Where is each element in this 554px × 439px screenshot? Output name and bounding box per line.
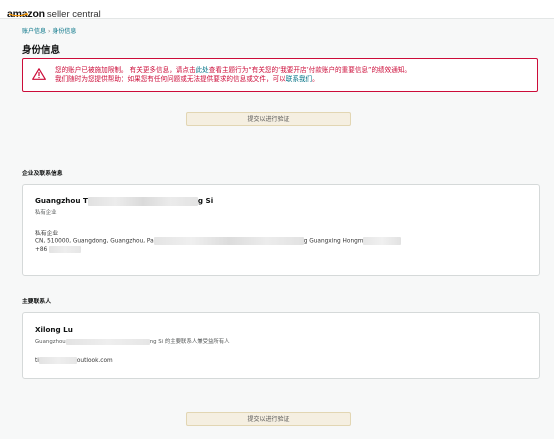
breadcrumb: 账户信息 › 身份信息 [22, 26, 76, 35]
redacted-block [153, 237, 304, 245]
business-address: CN, 510000, Guangdong, Guangzhou, Pa g Gu… [35, 237, 402, 245]
warning-icon [32, 68, 46, 80]
here-link[interactable]: 此处 [196, 66, 209, 74]
contact-email: ti outlook.com [35, 357, 113, 364]
redacted-block [65, 338, 150, 345]
redacted-block [38, 357, 77, 364]
submit-verification-button-top[interactable]: 提交以进行验证 [186, 112, 351, 126]
page-title: 身份信息 [22, 45, 61, 56]
restriction-alert: 您的账户已被施加限制。 有关更多信息，请点击此处查看主题行为“有关您的‘我要开店… [22, 58, 538, 92]
top-bar: amazon seller central [0, 0, 554, 20]
contact-name: Xilong Lu [35, 325, 73, 334]
contact-role: Guangzhou ng Si 的主要联系人兼受益所有人 [35, 338, 230, 345]
contact-us-link[interactable]: 联系我们 [286, 75, 312, 83]
breadcrumb-separator: › [48, 28, 51, 35]
business-type: 私有企业 [35, 210, 57, 216]
business-info-card: Guangzhou Tg Si 私有企业 私有企业 CN, 510000, Gu… [22, 184, 540, 276]
redacted-block [363, 237, 402, 245]
alert-line-2: 我们随时为您提供帮助：如果您有任何问题或无法提供要求的信息或文件，可以联系我们。 [55, 75, 319, 83]
primary-contact-card: Xilong Lu Guangzhou ng Si 的主要联系人兼受益所有人 ti… [22, 312, 540, 379]
business-section-label: 企业及联系信息 [22, 171, 63, 177]
breadcrumb-identity-info[interactable]: 身份信息 [52, 28, 76, 35]
primary-contact-section-label: 主要联系人 [22, 299, 51, 305]
redacted-block [87, 196, 198, 206]
redacted-block [49, 246, 82, 253]
business-phone: +86 [35, 246, 82, 253]
submit-verification-button-bottom[interactable]: 提交以进行验证 [186, 412, 351, 426]
breadcrumb-account-info-link[interactable]: 账户信息 [22, 28, 46, 35]
address-label: 私有企业 [35, 231, 59, 237]
amazon-smile-icon [8, 13, 29, 17]
alert-line-1: 您的账户已被施加限制。 有关更多信息，请点击此处查看主题行为“有关您的‘我要开店… [55, 66, 412, 74]
alert-message: 您的账户已被施加限制。 有关更多信息，请点击此处查看主题行为“有关您的‘我要开店… [55, 66, 525, 84]
business-name: Guangzhou Tg Si [35, 196, 214, 206]
amazon-seller-central-logo[interactable]: amazon seller central [7, 2, 101, 20]
